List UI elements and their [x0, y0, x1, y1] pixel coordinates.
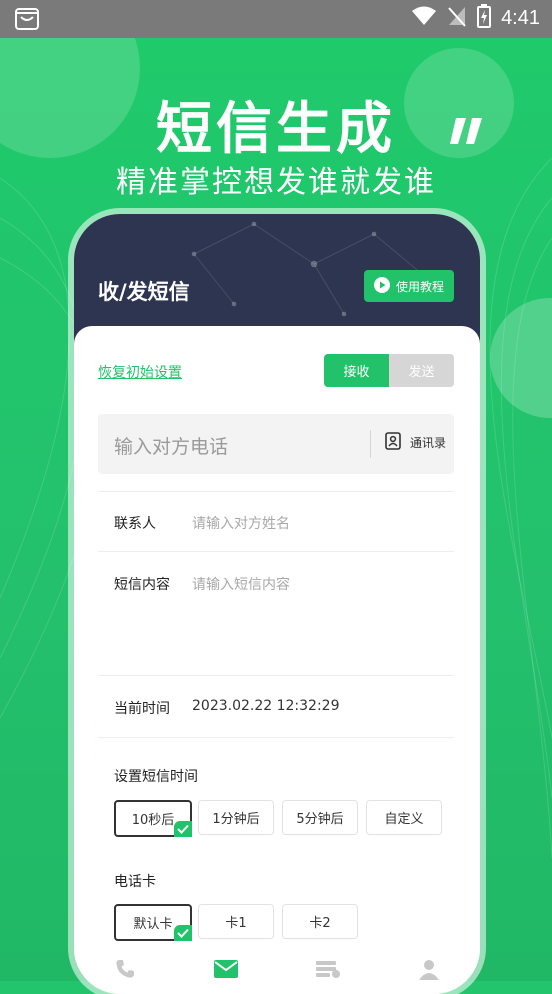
tab-profile[interactable]: [379, 949, 481, 993]
mode-toggle: 接收 发送: [324, 354, 454, 387]
sms-content-row[interactable]: 短信内容 请输入短信内容: [98, 551, 454, 676]
chip-label: 卡2: [309, 916, 331, 931]
current-time-value: 2023.02.22 12:32:29: [192, 698, 340, 714]
chip-label: 自定义: [384, 812, 424, 827]
contact-name-field[interactable]: 请输入对方姓名: [192, 513, 290, 533]
message-icon: [213, 959, 239, 983]
bottom-tab-bar: [74, 949, 480, 993]
chip-label: 5分钟后: [296, 812, 344, 827]
check-icon: [174, 925, 192, 941]
sms-content-field[interactable]: 请输入短信内容: [192, 574, 290, 594]
app-body: 恢复初始设置 接收 发送 输入对方电话 通讯录 联系人 请输入对方姓名 短信内容…: [74, 326, 480, 994]
hero-title: 短信生成: [156, 97, 396, 162]
chip-label: 10秒后: [131, 813, 175, 828]
divider: [98, 737, 454, 738]
tab-send[interactable]: 发送: [389, 354, 454, 387]
notification-bag-icon: [14, 7, 40, 35]
divider: [370, 430, 371, 458]
card-list-icon: [315, 959, 341, 983]
sim-option-default[interactable]: 默认卡: [114, 904, 192, 941]
app-header: 收/发短信 使用教程: [74, 214, 480, 344]
contact-book-icon: [384, 432, 402, 453]
sms-time-title: 设置短信时间: [114, 769, 198, 785]
tutorial-label: 使用教程: [395, 279, 444, 294]
content-label: 短信内容: [114, 577, 170, 593]
contact-label: 联系人: [114, 516, 156, 532]
hero-subtitle: 精准掌控想发谁就发谁: [116, 165, 436, 200]
tab-cards[interactable]: [277, 949, 379, 993]
sms-time-option-5min[interactable]: 5分钟后: [282, 800, 358, 835]
phone-icon: [114, 958, 136, 984]
battery-charging-icon: [477, 4, 492, 32]
play-icon: [373, 276, 390, 296]
reset-settings-link[interactable]: 恢复初始设置: [98, 362, 182, 382]
sim-option-card1[interactable]: 卡1: [198, 904, 274, 939]
sms-time-option-1min[interactable]: 1分钟后: [198, 800, 274, 835]
chip-label: 1分钟后: [212, 812, 260, 827]
no-signal-icon: [447, 5, 467, 31]
sms-time-option-custom[interactable]: 自定义: [366, 800, 442, 835]
tab-receive[interactable]: 接收: [324, 354, 389, 387]
user-icon: [418, 958, 440, 984]
current-time-row: 当前时间 2023.02.22 12:32:29: [98, 675, 454, 738]
chip-label: 默认卡: [133, 917, 173, 932]
contacts-button[interactable]: 通讯录: [384, 432, 446, 453]
header-title: 收/发短信: [98, 280, 190, 304]
wifi-icon: [411, 6, 437, 30]
contacts-label: 通讯录: [410, 436, 447, 450]
phone-mockup: 收/发短信 使用教程 恢复初始设置 接收 发送 输入对方电话 通讯录 联系人 请…: [74, 214, 480, 994]
sim-card-title: 电话卡: [114, 874, 156, 890]
status-bar: 4:41: [0, 0, 552, 38]
tab-messages[interactable]: [176, 949, 278, 993]
time-label: 当前时间: [114, 701, 170, 717]
sim-option-card2[interactable]: 卡2: [282, 904, 358, 939]
status-time: 4:41: [501, 6, 540, 29]
check-icon: [174, 821, 192, 837]
tab-phone[interactable]: [74, 949, 176, 993]
phone-input-placeholder: 输入对方电话: [114, 436, 229, 458]
contact-name-row[interactable]: 联系人 请输入对方姓名: [98, 491, 454, 552]
chip-label: 卡1: [225, 916, 247, 931]
phone-number-input[interactable]: 输入对方电话 通讯录: [98, 414, 454, 474]
tutorial-button[interactable]: 使用教程: [364, 270, 454, 302]
sms-time-option-10s[interactable]: 10秒后: [114, 800, 192, 837]
